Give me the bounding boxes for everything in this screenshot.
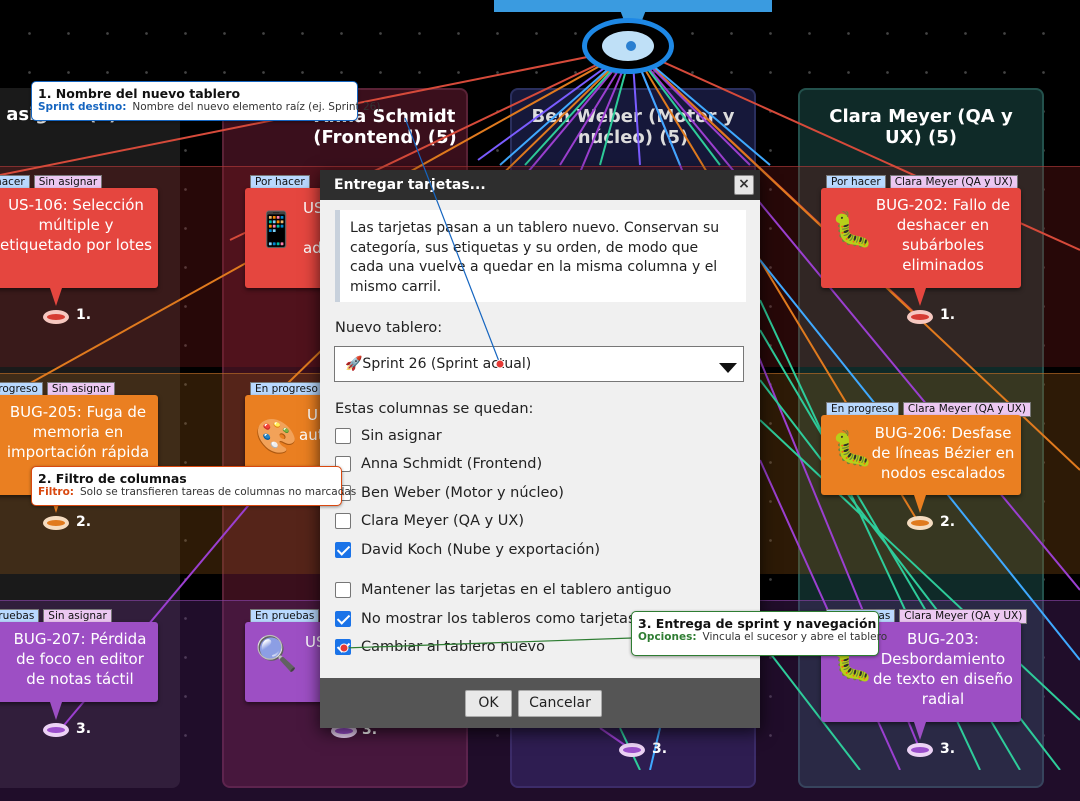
callout-sprint-handover: 3. Entrega de sprint y navegación Opcion… (631, 611, 887, 656)
card-title: BUG-207: Pérdida de foco en editor de no… (13, 630, 147, 688)
column-checkbox[interactable] (335, 542, 351, 558)
bug-icon: 🐛 (831, 429, 874, 469)
callout-title: 3. Entrega de sprint y navegación (638, 616, 877, 631)
card-anchor[interactable] (907, 310, 933, 324)
card-tail (50, 288, 62, 306)
column-checkbox[interactable] (335, 513, 351, 529)
card-order-number: 3. (940, 741, 956, 757)
bug-icon: 🐛 (831, 210, 874, 250)
chevron-down-icon (719, 363, 737, 373)
option-checkbox[interactable] (335, 611, 351, 627)
card-anchor[interactable] (43, 723, 69, 737)
column-checkbox-label: Ben Weber (Motor y núcleo) (361, 485, 564, 501)
card-title: BUG-203: Desbordamiento de texto en dise… (873, 630, 1013, 708)
cancel-button[interactable]: Cancelar (518, 690, 602, 717)
card-order-number: 1. (940, 307, 956, 323)
callout-board-name: 1. Nombre del nuevo tablero Sprint desti… (31, 81, 380, 121)
new-board-value: 🚀Sprint 26 (Sprint actual) (345, 356, 532, 372)
card-order-number: 2. (940, 514, 956, 530)
card-anchor[interactable] (907, 743, 933, 757)
phone-icon: 📱 (255, 210, 298, 250)
card-anchor[interactable] (619, 743, 645, 757)
card-order-number: 3. (76, 721, 92, 737)
card-bug-207[interactable]: BUG-207: Pérdida de foco en editor de no… (0, 622, 158, 702)
card-tail (914, 495, 926, 513)
root-node-dot (626, 41, 636, 51)
card-order-number: 2. (76, 514, 92, 530)
columns-label: Estas columnas se quedan: (335, 401, 534, 417)
option-keep-cards[interactable]: Mantener las tarjetas en el tablero anti… (335, 582, 671, 598)
callout-value: Vincula el sucesor y abre el tablero (702, 631, 888, 643)
palette-icon: 🎨 (255, 417, 298, 457)
card-us-106[interactable]: US-106: Selección múltiple y etiquetado … (0, 188, 158, 288)
callout-value: Nombre del nuevo elemento raíz (ej. Spri… (132, 101, 381, 113)
callout-key: Sprint destino: (38, 101, 127, 113)
dialog-title: Entregar tarjetas... (334, 177, 486, 193)
callout-title: 2. Filtro de columnas (38, 471, 187, 486)
card-anchor[interactable] (907, 516, 933, 530)
card-order-number: 1. (76, 307, 92, 323)
callout-key: Opciones: (638, 631, 697, 643)
option-switch-board[interactable]: Cambiar al tablero nuevo (335, 639, 545, 655)
card-title: BUG-202: Fallo de deshacer en subárboles… (875, 196, 1011, 274)
new-board-select[interactable]: 🚀Sprint 26 (Sprint actual) (334, 346, 744, 382)
column-checkbox-label: David Koch (Nube y exportación) (361, 542, 601, 558)
magnifier-icon: 🔍 (255, 634, 298, 674)
column-checkbox-label: Anna Schmidt (Frontend) (361, 456, 543, 472)
card-tail (914, 722, 926, 740)
card-anchor[interactable] (43, 310, 69, 324)
column-checkbox-row[interactable]: Clara Meyer (QA y UX) (335, 513, 524, 529)
card-title-rest: ad (303, 239, 322, 257)
info-text: Las tarjetas pasan a un tablero nuevo. C… (335, 210, 746, 302)
card-bug-206[interactable]: 🐛 BUG-206: Desfase de líneas Bézier en n… (821, 415, 1021, 495)
column-checkbox-row[interactable]: Ben Weber (Motor y núcleo) (335, 485, 564, 501)
ok-button[interactable]: OK (465, 690, 512, 717)
column-checkbox-label: Clara Meyer (QA y UX) (361, 513, 524, 529)
card-tail (50, 702, 62, 720)
column-checkbox-row[interactable]: Anna Schmidt (Frontend) (335, 456, 542, 472)
callout-text: Opciones: Vincula el sucesor y abre el ta… (638, 631, 887, 644)
column-checkbox-row[interactable]: David Koch (Nube y exportación) (335, 542, 600, 558)
column-checkbox-label: Sin asignar (361, 428, 442, 444)
column-checkbox-row[interactable]: Sin asignar (335, 428, 442, 444)
new-board-label: Nuevo tablero: (335, 320, 443, 336)
option-label: No mostrar los tableros como tarjetas (361, 611, 636, 627)
callout-value: Solo se transfieren tareas de columnas n… (79, 486, 357, 498)
option-checkbox[interactable] (335, 582, 351, 598)
card-title: BUG-206: Desfase de líneas Bézier en nod… (871, 424, 1015, 482)
card-anchor[interactable] (43, 516, 69, 530)
callout-key: Filtro: (38, 486, 74, 498)
dialog-header[interactable]: Entregar tarjetas... × (320, 170, 760, 200)
root-node[interactable] (582, 18, 674, 74)
callout-title: 1. Nombre del nuevo tablero (38, 86, 241, 101)
root-node-inner (602, 31, 654, 61)
callout-column-filter: 2. Filtro de columnas Filtro: Solo se tra… (31, 466, 356, 506)
card-title: BUG-205: Fuga de memoria en importación … (6, 403, 150, 461)
card-order-number: 3. (652, 741, 668, 757)
column-checkbox[interactable] (335, 428, 351, 444)
option-hide-boards[interactable]: No mostrar los tableros como tarjetas (335, 611, 636, 627)
card-tail (914, 288, 926, 306)
option-checkbox[interactable] (335, 639, 351, 655)
callout-text: Filtro: Solo se transfieren tareas de col… (38, 486, 356, 499)
dialog-footer: OK Cancelar (320, 678, 760, 728)
close-button[interactable]: × (734, 175, 754, 195)
card-title: US-106: Selección múltiple y etiquetado … (0, 196, 152, 254)
option-label: Mantener las tarjetas en el tablero anti… (361, 582, 672, 598)
card-bug-202[interactable]: 🐛 BUG-202: Fallo de deshacer en subárbol… (821, 188, 1021, 288)
option-label: Cambiar al tablero nuevo (361, 639, 545, 655)
callout-text: Sprint destino: Nombre del nuevo elemento… (38, 101, 380, 114)
